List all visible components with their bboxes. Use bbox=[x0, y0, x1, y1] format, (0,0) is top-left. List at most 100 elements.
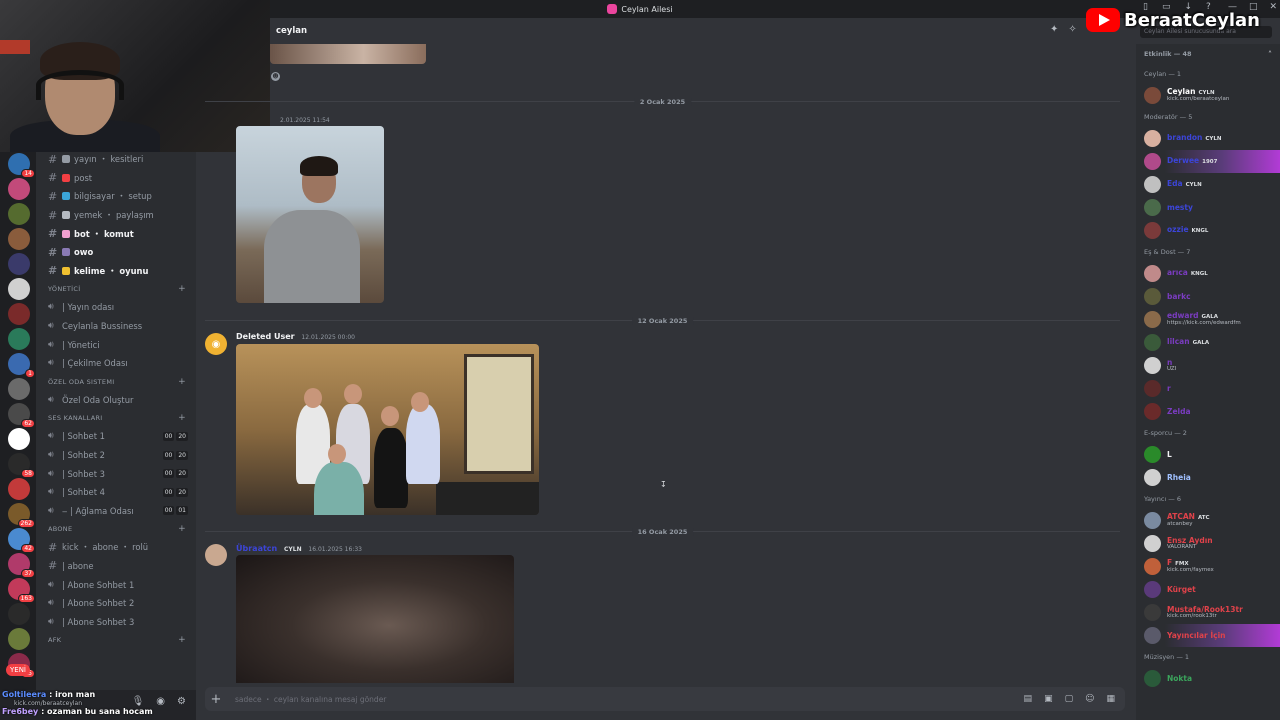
message-photo-dark[interactable] bbox=[236, 555, 514, 683]
member-item[interactable]: L bbox=[1136, 443, 1280, 466]
member-item[interactable]: mesty bbox=[1136, 196, 1280, 219]
add-channel-icon[interactable]: + bbox=[178, 377, 186, 387]
text-channel[interactable]: # owo bbox=[36, 243, 196, 262]
channel-category[interactable]: SES KANALLARI + bbox=[36, 409, 196, 427]
close-button[interactable]: ✕ bbox=[1270, 2, 1278, 12]
member-item[interactable]: Zelda bbox=[1136, 400, 1280, 423]
sticker-icon[interactable]: ▢ bbox=[1065, 694, 1074, 704]
server-icon[interactable] bbox=[8, 228, 30, 250]
channel-item[interactable]: 🔊︎ | Çekilme Odası bbox=[36, 354, 196, 373]
headphones-icon[interactable]: ◉ bbox=[156, 696, 165, 707]
gif-icon[interactable]: ▣ bbox=[1044, 694, 1053, 704]
server-icon[interactable] bbox=[8, 303, 30, 325]
text-channel[interactable]: # bilgisayar ・ setup bbox=[36, 187, 196, 206]
member-item[interactable]: n UZI bbox=[1136, 354, 1280, 377]
add-channel-icon[interactable]: + bbox=[178, 284, 186, 294]
member-item[interactable]: Kürget bbox=[1136, 578, 1280, 601]
member-item[interactable]: lilcan GALA bbox=[1136, 331, 1280, 354]
server-icon[interactable]: 58 bbox=[8, 453, 35, 478]
server-icon[interactable]: 14 bbox=[8, 153, 35, 178]
overlay-chat-text: : iron man bbox=[49, 690, 96, 699]
text-channel[interactable]: # yemek ・ paylaşım bbox=[36, 206, 196, 225]
add-channel-icon[interactable]: + bbox=[178, 413, 186, 423]
member-item[interactable]: Rheia bbox=[1136, 466, 1280, 489]
channel-item[interactable]: # | abone bbox=[36, 557, 196, 576]
member-item[interactable]: arıca KNGL bbox=[1136, 262, 1280, 285]
gift-icon[interactable]: ▤ bbox=[1024, 694, 1033, 704]
channel-item[interactable]: 🔊︎ Ceylanla Bussiness bbox=[36, 317, 196, 336]
server-icon[interactable] bbox=[8, 428, 30, 450]
voice-channel[interactable]: 🔊︎ | Abone Sohbet 1 bbox=[36, 575, 196, 594]
server-icon[interactable] bbox=[8, 603, 30, 625]
channel-item[interactable]: 🔊︎ | Yönetici bbox=[36, 335, 196, 354]
member-item[interactable]: brandon CYLN bbox=[1136, 127, 1280, 150]
channel-item[interactable]: 🔊︎ Özel Oda Oluştur bbox=[36, 391, 196, 410]
server-icon[interactable] bbox=[8, 378, 30, 400]
server-icon[interactable]: 42 bbox=[8, 528, 35, 553]
server-icon[interactable]: 262 bbox=[8, 503, 35, 528]
member-item[interactable]: ozzie KNGL bbox=[1136, 219, 1280, 242]
voice-channel[interactable]: 🔊︎ | Sohbet 1 00 20 bbox=[36, 427, 196, 446]
voice-channel[interactable]: 🔊︎ | Abone Sohbet 2 bbox=[36, 594, 196, 613]
emoji-icon[interactable]: ☺ bbox=[1085, 694, 1094, 704]
member-item[interactable]: Nokta bbox=[1136, 667, 1280, 690]
add-channel-icon[interactable]: + bbox=[178, 524, 186, 534]
channel-item[interactable]: 🔊︎ | Yayın odası bbox=[36, 298, 196, 317]
member-item[interactable]: F FMX kick.com/faymex bbox=[1136, 555, 1280, 578]
voice-channel[interactable]: 🔊︎ | Sohbet 3 00 20 bbox=[36, 464, 196, 483]
server-icon[interactable] bbox=[8, 628, 30, 650]
settings-gear-icon[interactable]: ⚙ bbox=[177, 696, 186, 707]
server-icon[interactable] bbox=[8, 178, 30, 200]
user-avatar[interactable] bbox=[205, 544, 227, 566]
server-icon[interactable]: 1 bbox=[8, 353, 35, 378]
member-item[interactable]: r bbox=[1136, 377, 1280, 400]
server-icon[interactable] bbox=[8, 478, 30, 500]
channel-item[interactable]: # kick ・ abone ・ rolü bbox=[36, 538, 196, 557]
member-item[interactable]: edward GALA https://kick.com/edwardfm bbox=[1136, 308, 1280, 331]
new-badge[interactable]: YENİ bbox=[6, 664, 30, 676]
message-photo-portrait[interactable] bbox=[236, 126, 384, 303]
member-item[interactable]: Yayıncılar İçin bbox=[1136, 624, 1280, 647]
member-item[interactable]: Derwee 1907 bbox=[1136, 150, 1280, 173]
channel-category[interactable]: Özel Oda Sistemi + bbox=[36, 373, 196, 391]
channel-category[interactable]: YÖNETİCİ + bbox=[36, 280, 196, 298]
voice-channel[interactable]: 🔊︎ | Sohbet 4 00 20 bbox=[36, 483, 196, 502]
collapse-icon[interactable]: ˄ bbox=[1268, 50, 1272, 59]
server-icon[interactable] bbox=[8, 253, 30, 275]
member-item[interactable]: Mustafa/Rook13tr kick.com/rook13tr bbox=[1136, 601, 1280, 624]
message-author[interactable]: Deleted User bbox=[236, 332, 295, 341]
server-icon[interactable]: 62 bbox=[8, 403, 35, 428]
text-channel[interactable]: # kelime ・ oyunu bbox=[36, 262, 196, 281]
text-channel[interactable]: # yayın ・ kesitleri bbox=[36, 150, 196, 169]
add-channel-icon[interactable]: + bbox=[178, 635, 186, 645]
member-item[interactable]: barkc bbox=[1136, 285, 1280, 308]
message-photo-group[interactable] bbox=[236, 344, 539, 515]
member-item[interactable]: Eda CYLN bbox=[1136, 173, 1280, 196]
mute-icon[interactable]: ✧ bbox=[1068, 24, 1076, 35]
voice-channel[interactable]: 🔊︎ ‒ | Ağlama Odası 00 01 bbox=[36, 502, 196, 521]
channel-category[interactable]: AFK + bbox=[36, 631, 196, 649]
channel-category[interactable]: ABONE + bbox=[36, 520, 196, 538]
message-author[interactable]: Übraatcn bbox=[236, 544, 277, 553]
deleted-user-avatar[interactable]: ◉ bbox=[205, 333, 227, 355]
server-icon[interactable]: 163 bbox=[8, 578, 35, 603]
server-icon[interactable] bbox=[8, 203, 30, 225]
member-item[interactable]: Ensz Aydın VALORANT bbox=[1136, 532, 1280, 555]
server-icon[interactable] bbox=[8, 278, 30, 300]
microphone-icon[interactable]: 🎙︎ bbox=[132, 696, 145, 707]
member-item[interactable]: ATCAN ATC atcanbey bbox=[1136, 509, 1280, 532]
server-icon[interactable] bbox=[8, 328, 30, 350]
message-input[interactable]: sadece ・ ceylan kanalına mesaj gönder bbox=[235, 694, 386, 705]
server-icon[interactable]: 37 bbox=[8, 553, 35, 578]
pin-icon[interactable]: ✦ bbox=[1050, 24, 1058, 35]
message-image-top[interactable] bbox=[270, 44, 426, 64]
reaction-icon[interactable]: ☻ bbox=[271, 72, 280, 81]
text-channel[interactable]: # bot ・ komut bbox=[36, 224, 196, 243]
text-channel[interactable]: # post bbox=[36, 169, 196, 188]
voice-channel[interactable]: 🔊︎ | Abone Sohbet 3 bbox=[36, 612, 196, 631]
add-attachment-icon[interactable]: + bbox=[205, 692, 227, 707]
member-item[interactable]: Ceylan CYLN kick.com/beraatceylan bbox=[1136, 84, 1280, 107]
avatar bbox=[1144, 627, 1161, 644]
voice-channel[interactable]: 🔊︎ | Sohbet 2 00 20 bbox=[36, 446, 196, 465]
apps-icon[interactable]: ▦ bbox=[1106, 694, 1115, 704]
